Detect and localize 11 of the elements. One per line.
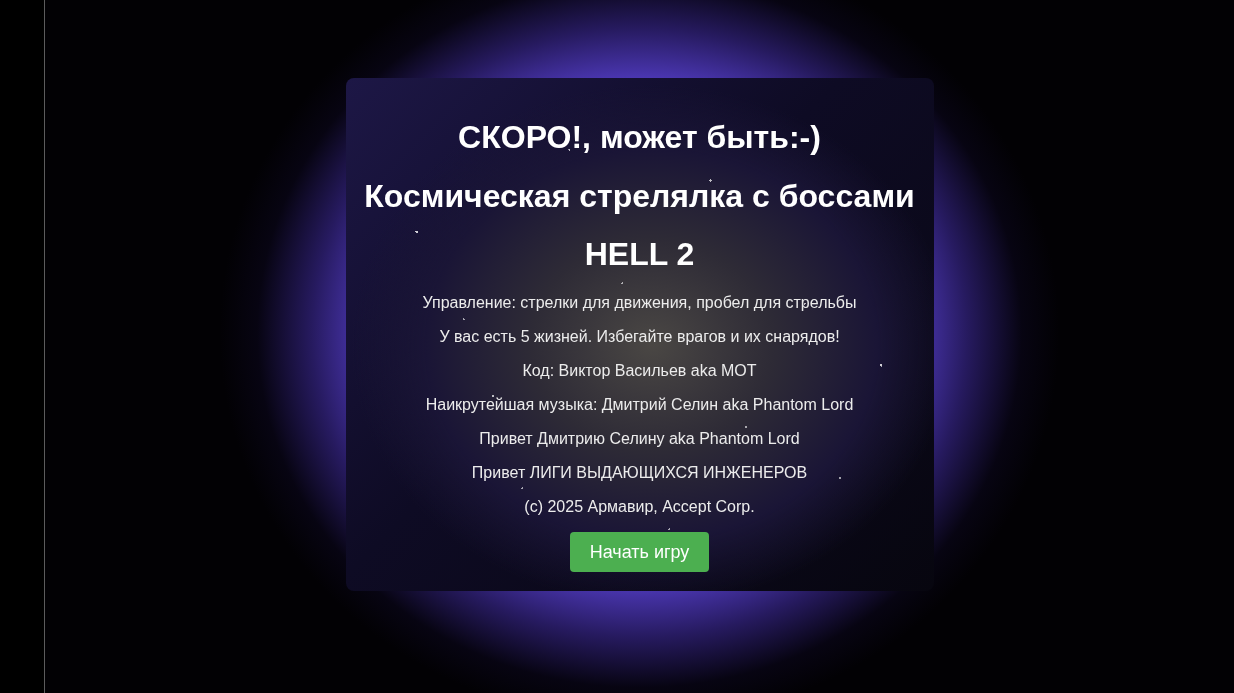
info-text: (c) 2025 Армавир, Accept Corp. <box>523 498 756 517</box>
info-text: У вас есть 5 жизней. Избегайте врагов и их снарядов! <box>438 328 841 347</box>
info-text: Наикрутейшая музыка: Дмитрий Селин aka Phantom Lord <box>424 396 855 415</box>
start-game-button[interactable]: Начать игру <box>569 532 710 573</box>
info-text: Код: Виктор Васильев aka MOT <box>521 362 758 381</box>
info-text: Привет ЛИГИ ВЫДАЮЩИХСЯ ИНЖЕНЕРОВ <box>470 464 809 483</box>
info-text: Привет Дмитрию Селину aka Phantom Lord <box>478 430 801 449</box>
info-text: Управление: стрелки для движения, пробел для стрельбы <box>421 294 858 313</box>
title-heading: СКОРО!, может быть:-) <box>457 119 822 157</box>
title-heading: Космическая стрелялка с боссами <box>363 177 916 215</box>
title-heading: HELL 2 <box>583 235 696 273</box>
